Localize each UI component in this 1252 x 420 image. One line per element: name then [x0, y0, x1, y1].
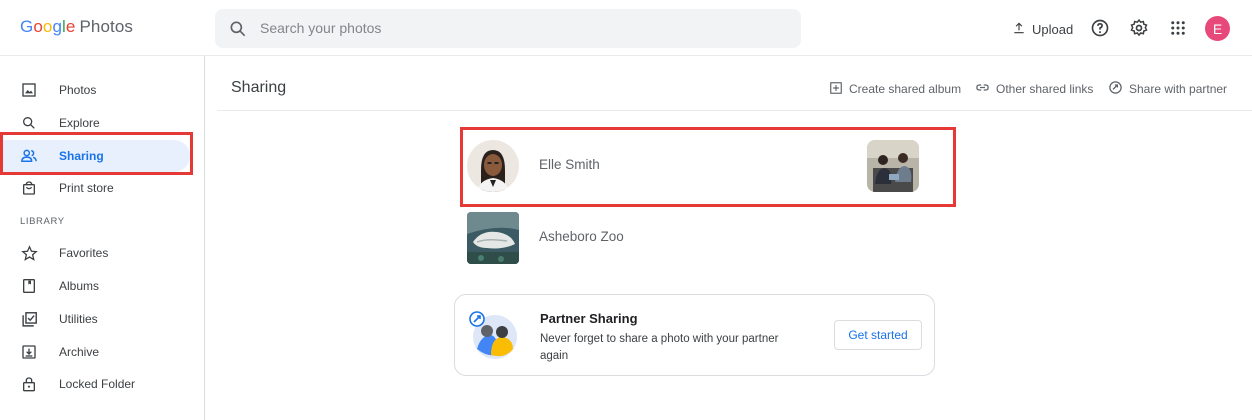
people-icon	[20, 147, 38, 165]
other-shared-links-label: Other shared links	[996, 82, 1094, 96]
top-app-bar: Google Photos Search your photos Upload E	[0, 0, 1252, 56]
search-bar[interactable]: Search your photos	[215, 9, 801, 48]
image-icon	[20, 81, 38, 99]
other-shared-links-button[interactable]: Other shared links	[975, 80, 1093, 98]
upload-label: Upload	[1032, 21, 1074, 37]
partner-sharing-title: Partner Sharing	[540, 311, 638, 326]
settings-gear-icon[interactable]	[1127, 16, 1151, 40]
partner-sharing-description: Never forget to share a photo with your …	[540, 333, 779, 362]
shopping-bag-icon	[20, 179, 38, 197]
share-with-partner-label: Share with partner	[1129, 82, 1228, 96]
partner-sharing-illustration	[469, 309, 519, 361]
album-thumbnail	[467, 212, 519, 264]
upload-button[interactable]: Upload	[1012, 18, 1073, 40]
sidebar-item-print-store[interactable]: Print store	[0, 172, 190, 204]
sidebar-item-utilities[interactable]: Utilities	[0, 303, 190, 335]
partner-icon	[1108, 80, 1123, 98]
sidebar-item-photos[interactable]: Photos	[0, 74, 190, 106]
main-divider	[217, 110, 1252, 111]
get-started-button[interactable]: Get started	[834, 320, 922, 350]
contact-avatar	[467, 140, 519, 192]
sidebar-item-label: Archive	[59, 345, 100, 359]
sidebar-item-label: Locked Folder	[59, 377, 136, 391]
archive-icon	[20, 343, 38, 361]
sidebar-item-label: Print store	[59, 181, 114, 195]
sidebar-item-favorites[interactable]: Favorites	[0, 237, 190, 269]
library-heading: LIBRARY	[20, 216, 65, 227]
star-icon	[20, 244, 38, 262]
shared-album-row[interactable]: Asheboro Zoo	[465, 209, 955, 267]
account-avatar[interactable]: E	[1205, 16, 1230, 41]
product-name: Photos	[79, 17, 133, 36]
create-shared-album-button[interactable]: Create shared album	[829, 80, 961, 98]
sidebar: Photos Explore Sharing Print store LIBRA…	[0, 56, 205, 420]
sidebar-item-locked-folder[interactable]: Locked Folder	[0, 368, 190, 400]
partner-sharing-card: Partner Sharing Never forget to share a …	[454, 294, 935, 376]
album-name: Asheboro Zoo	[539, 229, 624, 244]
sidebar-item-explore[interactable]: Explore	[0, 107, 190, 139]
shared-conversation-row[interactable]: Elle Smith	[465, 137, 955, 195]
sidebar-item-archive[interactable]: Archive	[0, 336, 190, 368]
sidebar-item-label: Sharing	[59, 149, 104, 163]
album-icon	[20, 277, 38, 295]
search-input[interactable]: Search your photos	[260, 20, 381, 36]
add-box-icon	[829, 81, 843, 98]
share-with-partner-button[interactable]: Share with partner	[1108, 80, 1227, 98]
contact-name: Elle Smith	[539, 157, 600, 172]
upload-icon	[1012, 21, 1026, 38]
latest-shared-photo	[867, 140, 919, 192]
apps-grid-icon[interactable]	[1166, 16, 1190, 40]
sidebar-item-label: Albums	[59, 279, 100, 293]
lock-icon	[20, 375, 38, 393]
sidebar-item-albums[interactable]: Albums	[0, 270, 190, 302]
sidebar-item-label: Explore	[59, 116, 100, 130]
sidebar-item-label: Photos	[59, 83, 97, 97]
page-title: Sharing	[231, 79, 287, 96]
link-icon	[975, 80, 990, 98]
sidebar-item-sharing[interactable]: Sharing	[0, 140, 190, 172]
search-icon	[20, 114, 38, 132]
create-shared-album-label: Create shared album	[849, 82, 962, 96]
utilities-icon	[20, 310, 38, 328]
help-icon[interactable]	[1088, 16, 1112, 40]
sidebar-item-label: Utilities	[59, 312, 98, 326]
google-photos-logo[interactable]: Google Photos	[20, 17, 133, 37]
search-icon	[228, 19, 248, 39]
sidebar-item-label: Favorites	[59, 246, 109, 260]
